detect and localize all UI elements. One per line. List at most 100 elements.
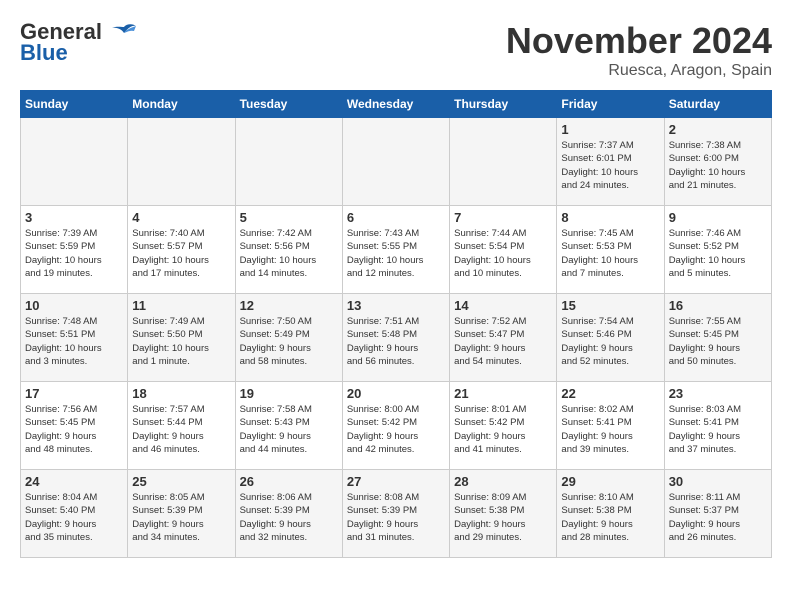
- day-info: Sunrise: 7:46 AMSunset: 5:52 PMDaylight:…: [669, 227, 767, 280]
- day-info: Sunrise: 8:09 AMSunset: 5:38 PMDaylight:…: [454, 491, 552, 544]
- calendar-day-cell: 29 Sunrise: 8:10 AMSunset: 5:38 PMDayligh…: [557, 470, 664, 558]
- calendar-day-cell: 10 Sunrise: 7:48 AMSunset: 5:51 PMDayligh…: [21, 294, 128, 382]
- day-info: Sunrise: 8:11 AMSunset: 5:37 PMDaylight:…: [669, 491, 767, 544]
- location-subtitle: Ruesca, Aragon, Spain: [506, 62, 772, 80]
- page-header: General Blue November 2024 Ruesca, Arago…: [20, 20, 772, 80]
- day-number: 3: [25, 210, 123, 225]
- day-info: Sunrise: 7:52 AMSunset: 5:47 PMDaylight:…: [454, 315, 552, 368]
- day-info: Sunrise: 7:54 AMSunset: 5:46 PMDaylight:…: [561, 315, 659, 368]
- day-number: 16: [669, 298, 767, 313]
- month-title: November 2024: [506, 20, 772, 62]
- calendar-table: SundayMondayTuesdayWednesdayThursdayFrid…: [20, 90, 772, 558]
- calendar-day-cell: [21, 118, 128, 206]
- weekday-header-row: SundayMondayTuesdayWednesdayThursdayFrid…: [21, 91, 772, 118]
- day-number: 30: [669, 474, 767, 489]
- day-number: 20: [347, 386, 445, 401]
- calendar-day-cell: 12Sunrise: 7:50 AMSunset: 5:49 PMDayligh…: [235, 294, 342, 382]
- day-info: Sunrise: 7:58 AMSunset: 5:43 PMDaylight:…: [240, 403, 338, 456]
- day-number: 25: [132, 474, 230, 489]
- weekday-header-cell: Saturday: [664, 91, 771, 118]
- day-number: 22: [561, 386, 659, 401]
- day-number: 1: [561, 122, 659, 137]
- weekday-header-cell: Thursday: [450, 91, 557, 118]
- calendar-body: 1 Sunrise: 7:37 AMSunset: 6:01 PMDaylight…: [21, 118, 772, 558]
- calendar-day-cell: 21 Sunrise: 8:01 AMSunset: 5:42 PMDayligh…: [450, 382, 557, 470]
- day-info: Sunrise: 8:00 AMSunset: 5:42 PMDaylight:…: [347, 403, 445, 456]
- day-number: 10: [25, 298, 123, 313]
- calendar-day-cell: 9 Sunrise: 7:46 AMSunset: 5:52 PMDaylight…: [664, 206, 771, 294]
- weekday-header-cell: Monday: [128, 91, 235, 118]
- day-info: Sunrise: 7:44 AMSunset: 5:54 PMDaylight:…: [454, 227, 552, 280]
- day-info: Sunrise: 7:39 AMSunset: 5:59 PMDaylight:…: [25, 227, 123, 280]
- day-info: Sunrise: 7:49 AMSunset: 5:50 PMDaylight:…: [132, 315, 230, 368]
- calendar-week-row: 3 Sunrise: 7:39 AMSunset: 5:59 PMDaylight…: [21, 206, 772, 294]
- logo: General Blue: [20, 20, 138, 66]
- day-info: Sunrise: 7:37 AMSunset: 6:01 PMDaylight:…: [561, 139, 659, 192]
- calendar-day-cell: 11Sunrise: 7:49 AMSunset: 5:50 PMDayligh…: [128, 294, 235, 382]
- calendar-day-cell: [235, 118, 342, 206]
- calendar-week-row: 17 Sunrise: 7:56 AMSunset: 5:45 PMDayligh…: [21, 382, 772, 470]
- day-info: Sunrise: 7:56 AMSunset: 5:45 PMDaylight:…: [25, 403, 123, 456]
- day-number: 17: [25, 386, 123, 401]
- day-info: Sunrise: 8:03 AMSunset: 5:41 PMDaylight:…: [669, 403, 767, 456]
- calendar-day-cell: 6Sunrise: 7:43 AMSunset: 5:55 PMDaylight…: [342, 206, 449, 294]
- calendar-day-cell: 25 Sunrise: 8:05 AMSunset: 5:39 PMDayligh…: [128, 470, 235, 558]
- day-number: 9: [669, 210, 767, 225]
- day-info: Sunrise: 8:10 AMSunset: 5:38 PMDaylight:…: [561, 491, 659, 544]
- calendar-day-cell: 27 Sunrise: 8:08 AMSunset: 5:39 PMDayligh…: [342, 470, 449, 558]
- day-info: Sunrise: 7:45 AMSunset: 5:53 PMDaylight:…: [561, 227, 659, 280]
- day-number: 27: [347, 474, 445, 489]
- calendar-day-cell: 23 Sunrise: 8:03 AMSunset: 5:41 PMDayligh…: [664, 382, 771, 470]
- day-number: 4: [132, 210, 230, 225]
- day-info: Sunrise: 7:57 AMSunset: 5:44 PMDaylight:…: [132, 403, 230, 456]
- day-number: 28: [454, 474, 552, 489]
- calendar-week-row: 10 Sunrise: 7:48 AMSunset: 5:51 PMDayligh…: [21, 294, 772, 382]
- day-info: Sunrise: 7:40 AMSunset: 5:57 PMDaylight:…: [132, 227, 230, 280]
- day-number: 6: [347, 210, 445, 225]
- calendar-day-cell: 19 Sunrise: 7:58 AMSunset: 5:43 PMDayligh…: [235, 382, 342, 470]
- calendar-day-cell: 1 Sunrise: 7:37 AMSunset: 6:01 PMDaylight…: [557, 118, 664, 206]
- day-number: 19: [240, 386, 338, 401]
- day-info: Sunrise: 8:08 AMSunset: 5:39 PMDaylight:…: [347, 491, 445, 544]
- day-info: Sunrise: 7:42 AMSunset: 5:56 PMDaylight:…: [240, 227, 338, 280]
- calendar-day-cell: 7 Sunrise: 7:44 AMSunset: 5:54 PMDaylight…: [450, 206, 557, 294]
- calendar-day-cell: 13Sunrise: 7:51 AMSunset: 5:48 PMDayligh…: [342, 294, 449, 382]
- calendar-day-cell: 3 Sunrise: 7:39 AMSunset: 5:59 PMDaylight…: [21, 206, 128, 294]
- day-info: Sunrise: 8:06 AMSunset: 5:39 PMDaylight:…: [240, 491, 338, 544]
- day-number: 23: [669, 386, 767, 401]
- day-number: 7: [454, 210, 552, 225]
- title-block: November 2024 Ruesca, Aragon, Spain: [506, 20, 772, 80]
- day-number: 26: [240, 474, 338, 489]
- weekday-header-cell: Wednesday: [342, 91, 449, 118]
- calendar-day-cell: [342, 118, 449, 206]
- calendar-day-cell: 26 Sunrise: 8:06 AMSunset: 5:39 PMDayligh…: [235, 470, 342, 558]
- calendar-day-cell: 14 Sunrise: 7:52 AMSunset: 5:47 PMDayligh…: [450, 294, 557, 382]
- day-number: 21: [454, 386, 552, 401]
- calendar-day-cell: 17 Sunrise: 7:56 AMSunset: 5:45 PMDayligh…: [21, 382, 128, 470]
- day-info: Sunrise: 8:05 AMSunset: 5:39 PMDaylight:…: [132, 491, 230, 544]
- calendar-day-cell: 2 Sunrise: 7:38 AMSunset: 6:00 PMDaylight…: [664, 118, 771, 206]
- day-info: Sunrise: 7:50 AMSunset: 5:49 PMDaylight:…: [240, 315, 338, 368]
- day-info: Sunrise: 7:55 AMSunset: 5:45 PMDaylight:…: [669, 315, 767, 368]
- calendar-day-cell: 22Sunrise: 8:02 AMSunset: 5:41 PMDayligh…: [557, 382, 664, 470]
- day-info: Sunrise: 8:04 AMSunset: 5:40 PMDaylight:…: [25, 491, 123, 544]
- weekday-header-cell: Friday: [557, 91, 664, 118]
- day-info: Sunrise: 7:48 AMSunset: 5:51 PMDaylight:…: [25, 315, 123, 368]
- calendar-day-cell: 8 Sunrise: 7:45 AMSunset: 5:53 PMDaylight…: [557, 206, 664, 294]
- calendar-day-cell: 15Sunrise: 7:54 AMSunset: 5:46 PMDayligh…: [557, 294, 664, 382]
- calendar-day-cell: 28 Sunrise: 8:09 AMSunset: 5:38 PMDayligh…: [450, 470, 557, 558]
- day-number: 5: [240, 210, 338, 225]
- day-number: 18: [132, 386, 230, 401]
- day-info: Sunrise: 8:01 AMSunset: 5:42 PMDaylight:…: [454, 403, 552, 456]
- calendar-day-cell: 20 Sunrise: 8:00 AMSunset: 5:42 PMDayligh…: [342, 382, 449, 470]
- calendar-week-row: 24 Sunrise: 8:04 AMSunset: 5:40 PMDayligh…: [21, 470, 772, 558]
- calendar-day-cell: 4 Sunrise: 7:40 AMSunset: 5:57 PMDaylight…: [128, 206, 235, 294]
- day-number: 24: [25, 474, 123, 489]
- weekday-header-cell: Sunday: [21, 91, 128, 118]
- day-info: Sunrise: 7:38 AMSunset: 6:00 PMDaylight:…: [669, 139, 767, 192]
- day-number: 2: [669, 122, 767, 137]
- day-number: 29: [561, 474, 659, 489]
- day-number: 8: [561, 210, 659, 225]
- day-info: Sunrise: 7:51 AMSunset: 5:48 PMDaylight:…: [347, 315, 445, 368]
- day-number: 14: [454, 298, 552, 313]
